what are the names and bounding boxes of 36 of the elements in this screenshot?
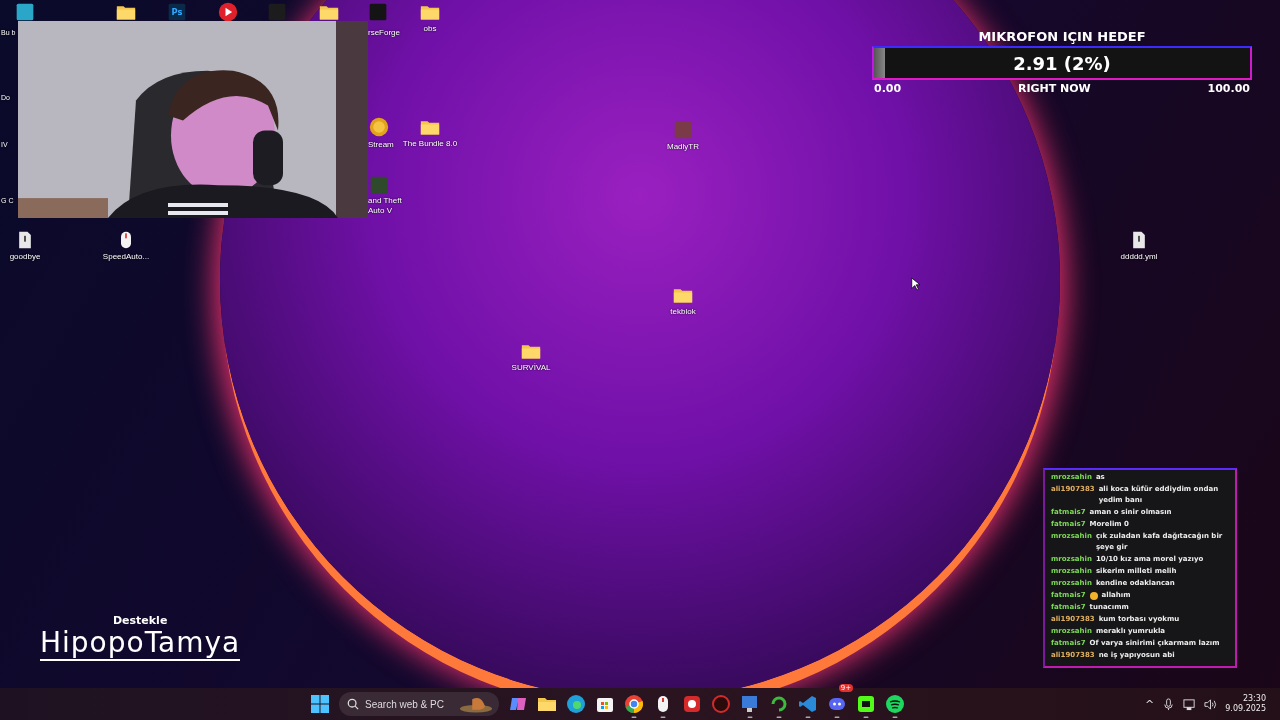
goal-value: 2.91 (2%) bbox=[1013, 52, 1111, 74]
search-icon bbox=[347, 698, 360, 710]
clock-time[interactable]: 23:30 bbox=[1242, 694, 1266, 704]
icon-label: MadlyTR bbox=[667, 142, 699, 152]
app-icon[interactable] bbox=[15, 2, 35, 22]
app-icon[interactable] bbox=[267, 2, 287, 22]
mouse-cursor-icon bbox=[911, 277, 920, 291]
search-field[interactable]: Search web & PC bbox=[339, 692, 500, 716]
vscode-icon[interactable] bbox=[798, 694, 819, 718]
spotify-icon[interactable] bbox=[885, 694, 906, 718]
greensquare-icon[interactable] bbox=[856, 694, 877, 718]
chrome-icon[interactable] bbox=[624, 694, 645, 718]
icon-label: goodbye bbox=[9, 252, 41, 262]
icon-label: rseForge bbox=[368, 28, 401, 38]
goal-title: MIKROFON IÇIN HEDEF bbox=[978, 29, 1146, 44]
start-icon[interactable] bbox=[310, 694, 331, 714]
speaker-icon[interactable] bbox=[1204, 697, 1218, 711]
show-hidden-icons-button[interactable]: ^ bbox=[1145, 697, 1155, 711]
icon-label: ddddd.yml bbox=[1120, 252, 1158, 262]
goal-caption: RIGHT NOW bbox=[1017, 82, 1091, 95]
icon-label: tekblok bbox=[670, 307, 696, 317]
icon-label: The Bundle 8.0 bbox=[402, 139, 458, 149]
logo-name: HipopoTamya bbox=[40, 627, 241, 661]
monitor-icon[interactable] bbox=[1183, 697, 1197, 711]
microphone-icon[interactable] bbox=[1162, 697, 1176, 711]
app-icon[interactable]: Ps bbox=[167, 2, 187, 22]
icon-label: obs bbox=[423, 24, 437, 34]
icon-label: SURVİVAL bbox=[511, 363, 551, 373]
logo-tagline: Destekle bbox=[112, 614, 168, 627]
goal-min: 0.00 bbox=[874, 82, 902, 95]
coin-icon[interactable] bbox=[369, 117, 389, 137]
play-icon[interactable] bbox=[218, 2, 238, 22]
clock-date[interactable]: 9.09.2025 bbox=[1225, 704, 1266, 714]
icon-label: SpeedAuto... bbox=[102, 252, 150, 262]
icon-label: and Theft Auto V bbox=[368, 196, 403, 216]
goal-max: 100.00 bbox=[1207, 82, 1250, 95]
